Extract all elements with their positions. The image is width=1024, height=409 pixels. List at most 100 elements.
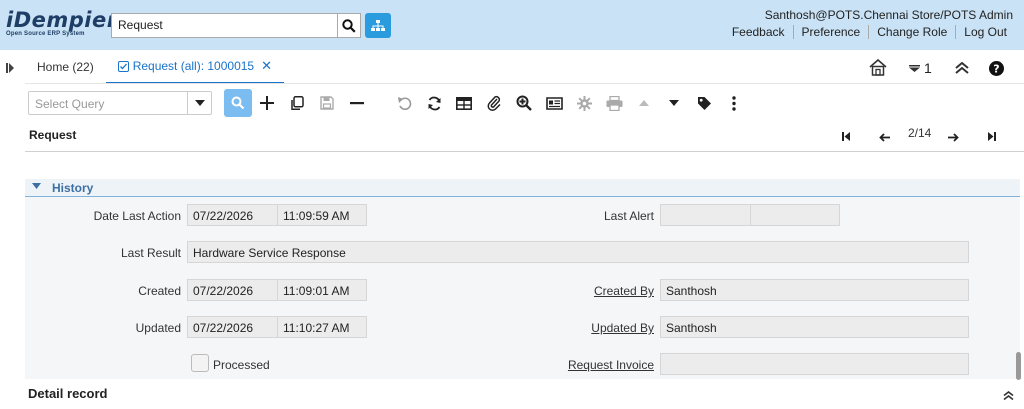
created-by-field[interactable]: Santhosh: [660, 279, 969, 301]
home-button[interactable]: [869, 58, 887, 79]
app-header: iDempiere Open Source ERP System Request…: [0, 0, 1024, 50]
plus-icon: [260, 96, 274, 110]
created-by-label[interactable]: Created By: [560, 284, 654, 298]
help-icon: ?: [989, 61, 1004, 76]
undo-button[interactable]: [392, 91, 416, 115]
preference-link[interactable]: Preference: [792, 25, 869, 39]
previous-record-button[interactable]: [879, 131, 890, 145]
caret-up-icon: [639, 100, 649, 106]
tag-button[interactable]: [692, 91, 716, 115]
svg-text:?: ?: [993, 63, 999, 76]
request-invoice-field[interactable]: [660, 353, 969, 375]
expand-west-panel-button[interactable]: [6, 62, 15, 76]
grid-toggle-button[interactable]: [452, 91, 476, 115]
zoom-icon: [516, 95, 532, 111]
date-last-action-date[interactable]: 07/22/2026: [187, 204, 278, 226]
caret-down-icon: [909, 64, 920, 72]
expand-panel-icon: [6, 63, 14, 73]
refresh-button[interactable]: [422, 91, 446, 115]
search-icon: [342, 18, 356, 33]
feedback-link[interactable]: Feedback: [724, 25, 793, 39]
global-search-input[interactable]: Request: [111, 13, 337, 38]
checklist-icon: [117, 60, 129, 72]
query-dropdown-button[interactable]: [187, 92, 211, 114]
last-result-label: Last Result: [120, 246, 181, 260]
created-date[interactable]: 07/22/2026: [187, 279, 278, 301]
report-icon: [545, 97, 563, 110]
query-select[interactable]: Select Query: [28, 91, 212, 115]
delete-button[interactable]: [345, 91, 369, 115]
zoom-across-button[interactable]: [512, 91, 536, 115]
last-result-field[interactable]: Hardware Service Response: [187, 241, 969, 263]
first-record-icon: [842, 132, 850, 141]
updated-by-field[interactable]: Santhosh: [660, 316, 969, 338]
tab-request-label: Request (all): 1000015: [132, 59, 255, 73]
logout-link[interactable]: Log Out: [955, 25, 1015, 39]
parent-record-button[interactable]: [632, 91, 656, 115]
tabbar-divider: [25, 83, 1024, 84]
process-button[interactable]: [572, 91, 596, 115]
table-icon: [456, 96, 472, 110]
form-scrollbar[interactable]: [1016, 352, 1021, 380]
history-section-label: History: [52, 181, 94, 195]
tab-home[interactable]: Home (22): [25, 50, 106, 84]
report-button[interactable]: [542, 91, 566, 115]
detail-collapse-button[interactable]: [1003, 389, 1014, 403]
print-icon: [606, 95, 622, 111]
next-record-button[interactable]: [948, 131, 959, 145]
print-button[interactable]: [602, 91, 626, 115]
window-count: 1: [924, 60, 932, 76]
attachment-button[interactable]: [482, 91, 506, 115]
first-record-button[interactable]: [842, 130, 850, 144]
last-record-icon: [988, 132, 996, 141]
created-label: Created: [138, 284, 181, 298]
last-record-button[interactable]: [988, 130, 996, 144]
updated-time[interactable]: 11:10:27 AM: [277, 316, 367, 338]
date-last-action-time[interactable]: 11:09:59 AM: [277, 204, 367, 226]
gear-icon: [576, 95, 592, 111]
close-icon[interactable]: ✕: [261, 58, 272, 74]
created-time[interactable]: 11:09:01 AM: [277, 279, 367, 301]
processed-checkbox[interactable]: [191, 354, 209, 372]
sitemap-icon: [371, 19, 385, 31]
save-button[interactable]: [315, 91, 339, 115]
minus-icon: [350, 102, 364, 105]
processed-label: Processed: [213, 358, 270, 372]
save-icon: [320, 96, 334, 110]
tag-icon: [697, 96, 711, 110]
caret-down-icon: [669, 100, 679, 106]
history-section-header[interactable]: History: [25, 179, 1020, 197]
collapse-triangle-icon: [32, 183, 41, 189]
caret-down-icon: [194, 100, 205, 106]
window-title: Request: [29, 128, 77, 142]
title-divider: [25, 151, 1024, 152]
change-role-link[interactable]: Change Role: [868, 25, 955, 39]
more-options-button[interactable]: [722, 91, 746, 115]
sitemap-button[interactable]: [365, 13, 391, 38]
help-button[interactable]: ?: [989, 61, 1004, 79]
last-alert-time[interactable]: [750, 204, 840, 226]
request-invoice-label[interactable]: Request Invoice: [540, 358, 654, 372]
double-chevron-up-icon: [1003, 390, 1014, 401]
detail-record-button[interactable]: [662, 91, 686, 115]
refresh-icon: [428, 96, 440, 110]
last-alert-date[interactable]: [660, 204, 751, 226]
query-select-placeholder: Select Query: [35, 97, 105, 111]
updated-date[interactable]: 07/22/2026: [187, 316, 278, 338]
search-icon: [231, 96, 245, 110]
tab-request[interactable]: Request (all): 1000015 ✕: [105, 50, 285, 84]
record-position: 2/14: [908, 126, 932, 140]
copy-record-button[interactable]: [285, 91, 309, 115]
tab-home-label: Home (22): [37, 60, 94, 74]
window-tabs: Home (22) Request (all): 1000015 ✕: [25, 50, 285, 84]
collapse-header-button[interactable]: [955, 61, 969, 77]
more-vertical-icon: [732, 95, 736, 111]
updated-by-label[interactable]: Updated By: [560, 321, 654, 335]
undo-icon: [397, 97, 411, 110]
window-switcher[interactable]: 1: [909, 60, 932, 76]
search-button[interactable]: [337, 13, 361, 38]
find-button[interactable]: [224, 89, 252, 117]
new-record-button[interactable]: [255, 91, 279, 115]
user-info[interactable]: Santhosh@POTS.Chennai Store/POTS Admin: [765, 8, 1013, 22]
date-last-action-label: Date Last Action: [93, 209, 181, 223]
